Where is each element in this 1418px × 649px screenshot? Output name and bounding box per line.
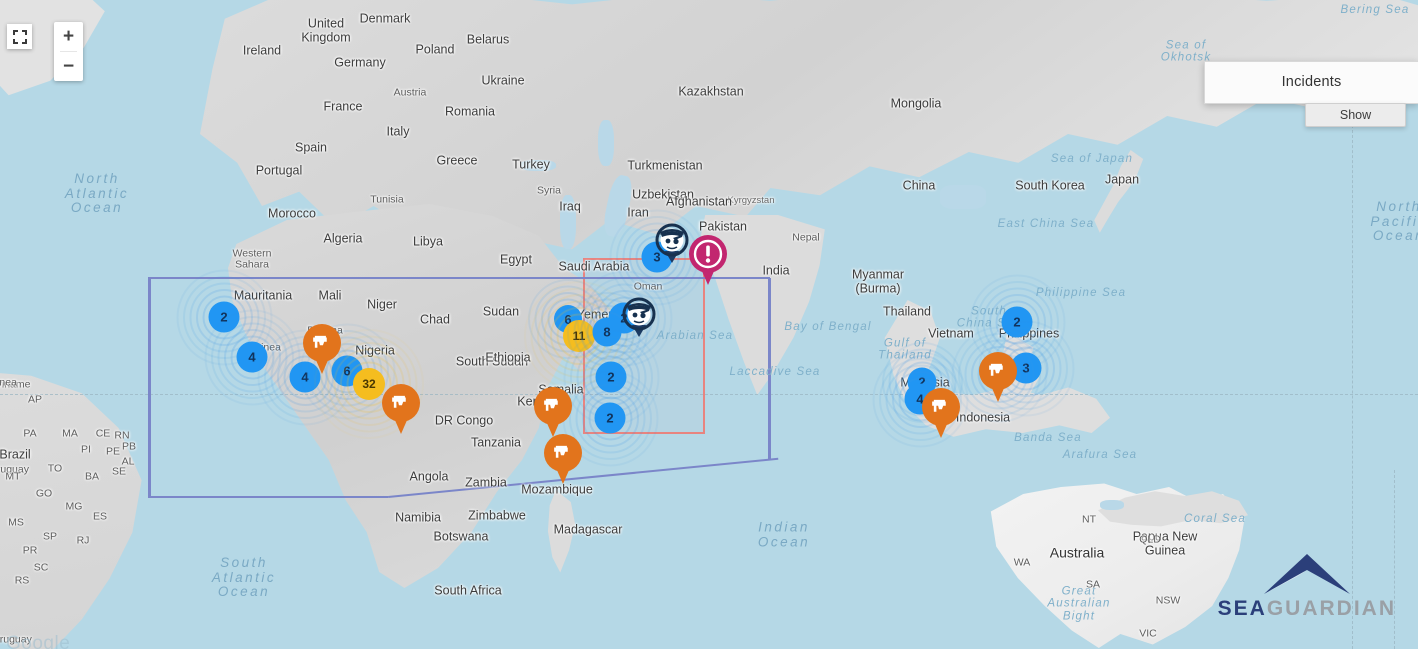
incident-pin-marker[interactable]: [922, 388, 960, 438]
cluster-count-label: 11: [572, 329, 586, 343]
logo-guardian-text: GUARDIAN: [1266, 597, 1396, 620]
landmass-japan: [1094, 150, 1144, 233]
lake-eyre: [1100, 500, 1124, 510]
logo-sea-text: SEA: [1217, 597, 1267, 620]
zone-boundary-segment: [148, 277, 151, 497]
map-label-country: Oman: [633, 280, 663, 293]
map-label-country: Myanmar (Burma): [851, 267, 905, 295]
fullscreen-button[interactable]: [7, 24, 32, 49]
zone-boundary-segment: [148, 496, 388, 498]
pistol-icon: [534, 387, 572, 425]
map-label-sea: Arafura Sea: [1062, 448, 1138, 461]
pirate-skull-icon: [622, 297, 656, 337]
zone-boundary-segment: [148, 277, 580, 279]
graticule-equator: [0, 394, 1418, 395]
piracy-marker[interactable]: [619, 297, 659, 339]
map-label-sea: Arabian Sea: [656, 329, 734, 342]
incident-pin-marker[interactable]: [303, 324, 341, 374]
incident-pin-marker[interactable]: [979, 352, 1017, 402]
cluster-count-label: 4: [248, 349, 256, 365]
map-label-country: South Korea: [1015, 178, 1085, 193]
cluster-count-label: 2: [607, 369, 615, 385]
zoom-out-button[interactable]: −: [54, 52, 83, 81]
landmass-south-america: [0, 370, 142, 649]
pistol-icon: [979, 352, 1017, 390]
incident-pin-marker[interactable]: [382, 384, 420, 434]
pistol-icon: [553, 445, 568, 458]
cluster-count-label: 32: [362, 377, 376, 391]
graticule-meridian-2: [1394, 470, 1395, 649]
lake-bohai: [940, 185, 986, 209]
map-label-country: South Africa: [434, 583, 502, 598]
pistol-icon: [544, 434, 582, 472]
incident-pin-marker[interactable]: [689, 235, 727, 285]
pistol-icon: [988, 363, 1003, 376]
pirate-skull-icon: [655, 223, 689, 263]
map-label-sea: East China Sea: [997, 217, 1095, 230]
incident-cluster-marker[interactable]: 2: [176, 269, 272, 365]
incident-cluster-marker[interactable]: 8: [566, 291, 648, 373]
incidents-panel-title: Incidents: [1281, 74, 1342, 90]
map-label-ocean: Indian Ocean: [757, 519, 811, 549]
landmass-africa: [228, 204, 615, 588]
graticule-meridian: [1352, 110, 1353, 649]
zoom-in-button[interactable]: +: [54, 22, 83, 51]
seaguardian-chevron-icon: [1263, 554, 1350, 594]
cluster-count-label: 6: [343, 363, 351, 379]
map-label-country: China: [902, 178, 936, 193]
lake-red-sea: [560, 195, 576, 249]
pistol-icon: [382, 384, 420, 422]
incident-cluster-marker[interactable]: 2: [969, 274, 1065, 370]
alert-icon: [693, 239, 723, 269]
map-canvas[interactable]: North Atlantic Ocean South Atlantic Ocean…: [0, 0, 1418, 649]
incidents-panel[interactable]: Incidents: [1204, 61, 1418, 104]
pistol-icon: [303, 324, 341, 362]
incident-pin-marker[interactable]: [534, 387, 572, 437]
incident-cluster-marker[interactable]: 11: [524, 281, 634, 391]
map-label-ocean: South Atlantic Ocean: [211, 555, 277, 600]
pistol-icon: [312, 335, 327, 348]
incident-cluster-marker[interactable]: 32: [314, 329, 424, 439]
seaguardian-wordmark: SEAGUARDIAN: [1218, 597, 1396, 621]
cluster-count-label: 2: [1013, 314, 1021, 330]
pistol-icon: [543, 398, 558, 411]
cluster-count-label: 8: [603, 324, 611, 340]
incident-cluster-marker[interactable]: 2: [562, 370, 658, 466]
lake-caspian: [598, 120, 614, 166]
map-label-sea: Philippine Sea: [1035, 286, 1127, 299]
map-label-ocean: North Atlantic Ocean: [64, 171, 130, 216]
incidents-show-button[interactable]: Show: [1305, 103, 1406, 127]
fullscreen-icon: [12, 29, 27, 44]
zone-boundary-segment: [580, 277, 770, 279]
map-label-ocean: North Pacific Ocean: [1370, 199, 1418, 244]
lake-mediterranean: [520, 160, 556, 171]
map-label-sea: Banda Sea: [1014, 431, 1082, 444]
landmass-madagascar: [547, 490, 576, 573]
piracy-marker[interactable]: [652, 223, 692, 265]
pistol-icon: [931, 399, 946, 412]
cluster-count-label: 2: [220, 309, 228, 325]
map-label-sea: Sea of Japan: [1050, 152, 1134, 165]
cluster-count-label: 3: [1022, 360, 1030, 376]
pistol-icon: [922, 388, 960, 426]
zone-boundary-segment: [768, 278, 771, 458]
incident-cluster-marker[interactable]: 4: [204, 309, 300, 405]
pistol-icon: [391, 395, 406, 408]
zoom-controls[interactable]: + −: [54, 22, 83, 81]
incident-cluster-marker[interactable]: 2: [563, 329, 659, 425]
incident-pin-marker[interactable]: [544, 434, 582, 484]
seaguardian-logo: SEAGUARDIAN: [1218, 552, 1396, 621]
alert-icon: [689, 235, 727, 273]
cluster-count-label: 2: [606, 410, 614, 426]
